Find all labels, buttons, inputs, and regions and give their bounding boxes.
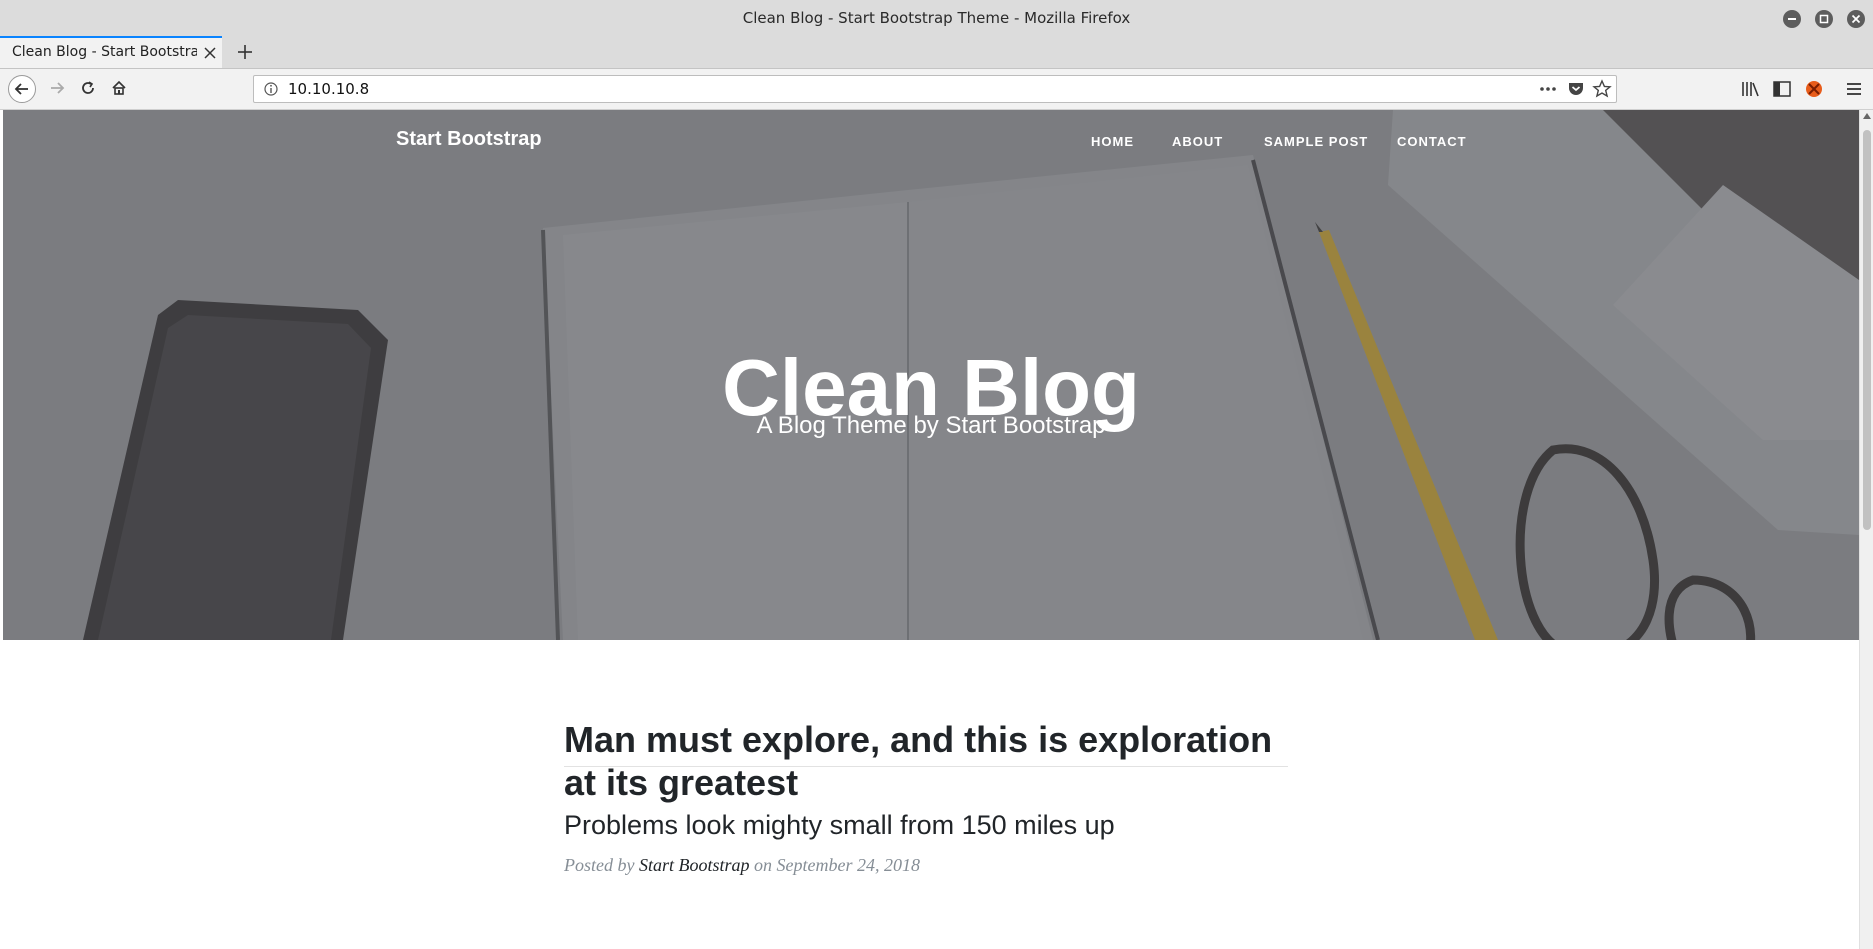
scroll-up-icon[interactable] <box>1862 112 1872 120</box>
minimize-icon <box>1788 18 1796 20</box>
maximize-icon <box>1819 14 1829 24</box>
tab-close-icon[interactable] <box>203 46 217 60</box>
post-meta-prefix: Posted by <box>564 855 635 875</box>
post-author-link[interactable]: Start Bootstrap <box>639 855 750 875</box>
page-actions-icon[interactable] <box>1538 79 1558 99</box>
close-window-button[interactable] <box>1847 10 1865 28</box>
url-bar[interactable]: 10.10.10.8 <box>253 75 1617 103</box>
scrollbar-thumb[interactable] <box>1863 130 1871 530</box>
post-preview[interactable]: Man must explore, and this is exploratio… <box>564 718 1288 876</box>
reload-icon <box>82 81 94 94</box>
page-viewport: Start Bootstrap HOME ABOUT SAMPLE POST C… <box>3 110 1859 949</box>
tab-label: Clean Blog - Start Bootstrap Theme <box>12 44 197 60</box>
post-meta-date: on September 24, 2018 <box>754 855 920 875</box>
url-text[interactable]: 10.10.10.8 <box>288 80 369 98</box>
bookmark-star-icon[interactable] <box>1592 79 1612 99</box>
library-icon[interactable] <box>1740 79 1760 99</box>
nav-about[interactable]: ABOUT <box>1172 134 1223 149</box>
forward-arrow-icon <box>51 82 65 94</box>
tab-clean-blog[interactable]: Clean Blog - Start Bootstrap Theme <box>0 36 222 68</box>
window-titlebar: Clean Blog - Start Bootstrap Theme - Moz… <box>0 0 1873 36</box>
home-icon <box>112 80 126 95</box>
extension-icon[interactable] <box>1804 79 1824 99</box>
post-subtitle[interactable]: Problems look mighty small from 150 mile… <box>564 810 1288 841</box>
minimize-button[interactable] <box>1783 10 1801 28</box>
page-scrollbar[interactable] <box>1859 110 1873 949</box>
maximize-button[interactable] <box>1815 10 1833 28</box>
info-icon[interactable] <box>264 82 278 96</box>
close-icon <box>1851 14 1861 24</box>
hero-subtitle: A Blog Theme by Start Bootstrap <box>756 412 1106 439</box>
nav-contact[interactable]: CONTACT <box>1397 134 1467 149</box>
home-button[interactable] <box>106 75 134 103</box>
post-title[interactable]: Man must explore, and this is exploratio… <box>564 718 1288 804</box>
nav-sample-post[interactable]: SAMPLE POST <box>1264 134 1368 149</box>
pocket-icon[interactable] <box>1567 80 1585 98</box>
window-title: Clean Blog - Start Bootstrap Theme - Moz… <box>742 9 1131 27</box>
new-tab-icon[interactable] <box>235 42 255 62</box>
reload-button[interactable] <box>75 75 103 103</box>
back-arrow-icon <box>14 83 28 95</box>
tab-strip: Clean Blog - Start Bootstrap Theme <box>0 36 1873 69</box>
site-brand[interactable]: Start Bootstrap <box>396 128 542 151</box>
navigation-toolbar: 10.10.10.8 <box>0 69 1873 110</box>
back-button[interactable] <box>8 75 36 103</box>
hamburger-menu-icon[interactable] <box>1844 79 1864 99</box>
post-divider <box>564 766 1288 767</box>
hero-header: Start Bootstrap HOME ABOUT SAMPLE POST C… <box>3 110 1859 640</box>
post-meta: Posted by Start Bootstrap on September 2… <box>564 855 1288 876</box>
forward-button[interactable] <box>44 75 72 103</box>
sidebar-icon[interactable] <box>1772 79 1792 99</box>
nav-home[interactable]: HOME <box>1091 134 1134 149</box>
